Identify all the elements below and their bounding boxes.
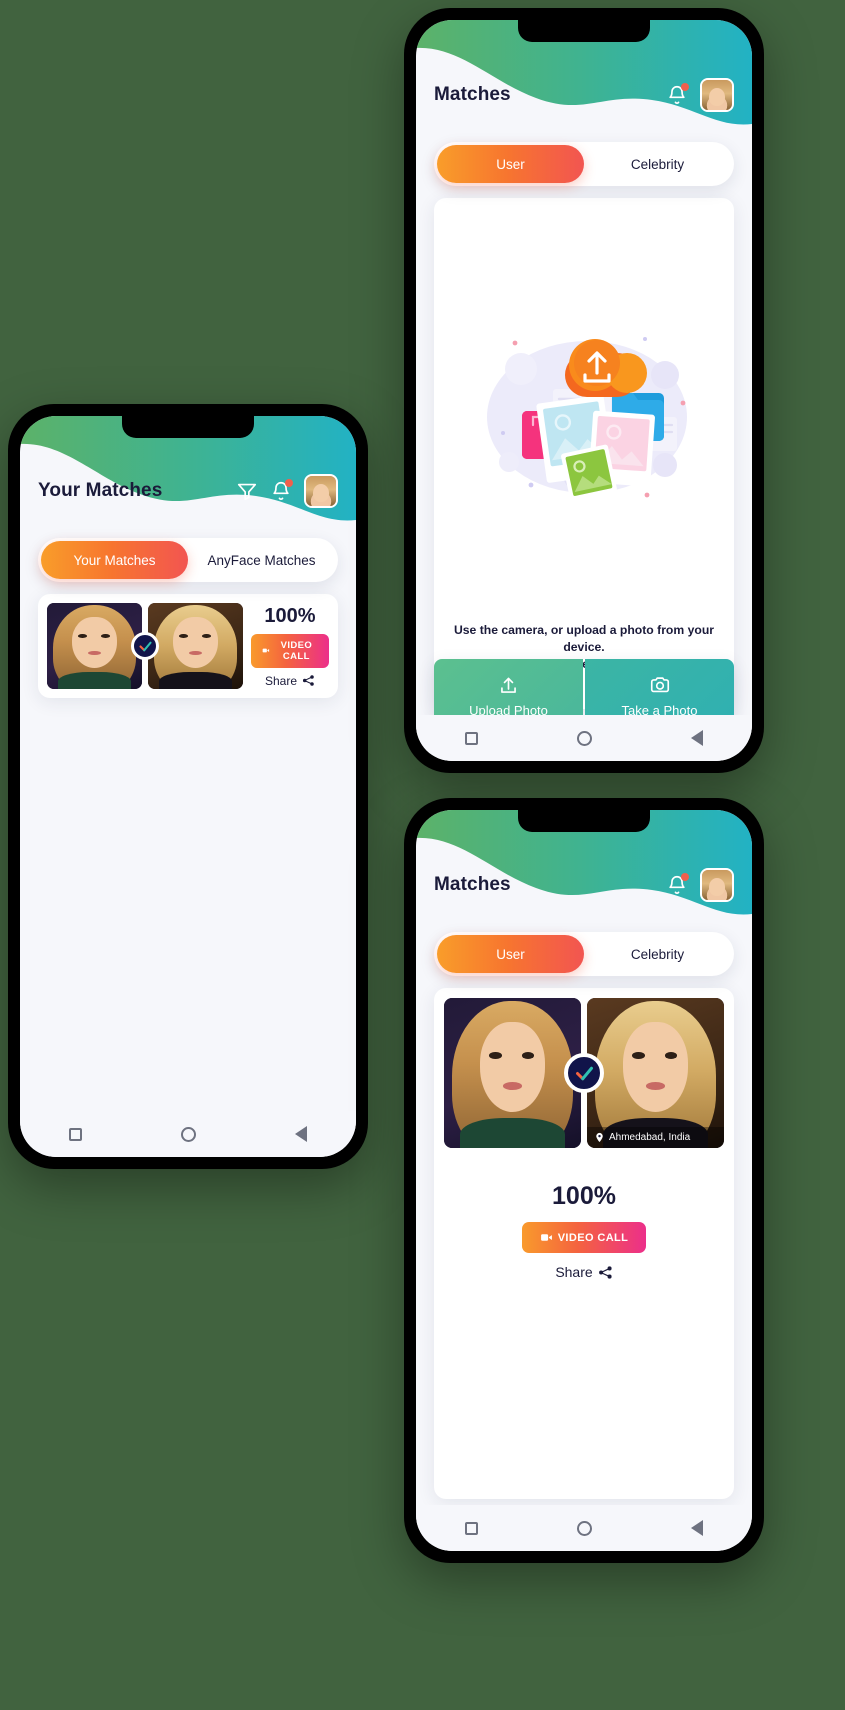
phone-bottom: Matches User Celebrity Ahmedabad, India … (404, 798, 764, 1563)
match-percent: 100% (552, 1182, 616, 1210)
video-call-label: VIDEO CALL (557, 1231, 629, 1244)
match-photo-self[interactable] (444, 998, 581, 1148)
screen-upload: Matches User Celebrity Use the camera, o… (416, 20, 752, 761)
video-call-button[interactable]: VIDEO CALL (251, 633, 329, 668)
back-triangle-icon[interactable] (690, 730, 703, 746)
match-photo-other[interactable]: Ahmedabad, India (587, 998, 724, 1148)
tab-celebrity[interactable]: Celebrity (584, 935, 731, 973)
circle-icon[interactable] (576, 1520, 592, 1536)
location-pin-icon (596, 1132, 603, 1143)
content-left: 100% VIDEO CALL Share (38, 594, 338, 1105)
upload-line-1: Use the camera, or upload a photo from y… (453, 622, 715, 655)
verified-check-icon (564, 1053, 604, 1093)
match-thumbnails: Ahmedabad, India (444, 998, 724, 1148)
share-label: Share (555, 1264, 593, 1280)
mockup-stage: Your Matches Your Matches AnyFace Matche… (0, 0, 845, 1710)
upload-illustration (434, 198, 734, 622)
share-button[interactable]: Share (555, 1264, 612, 1280)
phone-notch (518, 20, 650, 42)
circle-icon[interactable] (576, 730, 592, 746)
bell-icon[interactable] (270, 479, 293, 502)
header-top: Matches (416, 78, 752, 112)
avatar[interactable] (700, 78, 734, 112)
content-top: Use the camera, or upload a photo from y… (434, 198, 734, 733)
video-camera-icon (262, 648, 270, 653)
upload-icon (501, 677, 516, 693)
phone-notch (518, 810, 650, 832)
circle-icon[interactable] (180, 1126, 196, 1142)
android-navbar-top (416, 715, 752, 761)
tab-user[interactable]: User (437, 935, 584, 973)
page-title: Matches (434, 84, 511, 105)
upload-card: Use the camera, or upload a photo from y… (434, 198, 734, 733)
android-navbar-left (20, 1111, 356, 1157)
match-card[interactable]: 100% VIDEO CALL Share (38, 594, 338, 698)
avatar[interactable] (700, 868, 734, 902)
screen-your-matches: Your Matches Your Matches AnyFace Matche… (20, 416, 356, 1157)
share-button[interactable]: Share (265, 674, 315, 688)
header-left: Your Matches (20, 474, 356, 508)
video-call-button[interactable]: VIDEO CALL (521, 1222, 647, 1253)
match-details: 100% VIDEO CALL Share (444, 1148, 724, 1280)
bell-icon[interactable] (666, 873, 689, 896)
screen-match-detail: Matches User Celebrity Ahmedabad, India … (416, 810, 752, 1551)
bell-badge (285, 479, 293, 487)
header-icons (666, 78, 734, 112)
square-icon[interactable] (465, 731, 479, 745)
share-icon (302, 675, 314, 686)
segmented-tabs-left: Your Matches AnyFace Matches (38, 538, 338, 582)
back-triangle-icon[interactable] (690, 1520, 703, 1536)
segmented-tabs-top: User Celebrity (434, 142, 734, 186)
bell-badge (681, 873, 689, 881)
header-icons (666, 868, 734, 902)
verified-check-icon (131, 632, 159, 660)
bell-badge (681, 83, 689, 91)
tab-your-matches[interactable]: Your Matches (41, 541, 188, 579)
match-photo-self[interactable] (47, 603, 142, 689)
match-photo-other[interactable] (148, 603, 243, 689)
page-title: Your Matches (38, 480, 163, 501)
match-thumbnails (47, 603, 243, 689)
header-bottom: Matches (416, 868, 752, 902)
avatar[interactable] (304, 474, 338, 508)
share-icon (598, 1265, 612, 1279)
tab-celebrity[interactable]: Celebrity (584, 145, 731, 183)
filter-icon[interactable] (236, 480, 258, 502)
square-icon[interactable] (465, 1521, 479, 1535)
segmented-tabs-bottom: User Celebrity (434, 932, 734, 976)
android-navbar-bottom (416, 1505, 752, 1551)
camera-icon (650, 677, 669, 693)
phone-top: Matches User Celebrity Use the camera, o… (404, 8, 764, 773)
back-triangle-icon[interactable] (294, 1126, 307, 1142)
content-bottom: Ahmedabad, India 100% VIDEO CALL Share (434, 988, 734, 1499)
header-icons (236, 474, 338, 508)
match-details: 100% VIDEO CALL Share (251, 605, 329, 688)
tab-user[interactable]: User (437, 145, 584, 183)
match-percent: 100% (264, 604, 316, 627)
square-icon[interactable] (69, 1127, 83, 1141)
phone-notch (122, 416, 254, 438)
video-call-label: VIDEO CALL (280, 639, 313, 662)
share-label: Share (264, 673, 298, 688)
location-chip: Ahmedabad, India (587, 1127, 724, 1148)
tab-anyface-matches[interactable]: AnyFace Matches (188, 541, 335, 579)
location-label: Ahmedabad, India (609, 1132, 691, 1143)
match-detail-card: Ahmedabad, India 100% VIDEO CALL Share (434, 988, 734, 1499)
bell-icon[interactable] (666, 83, 689, 106)
page-title: Matches (434, 874, 511, 895)
phone-left: Your Matches Your Matches AnyFace Matche… (8, 404, 368, 1169)
video-camera-icon (540, 1234, 552, 1241)
